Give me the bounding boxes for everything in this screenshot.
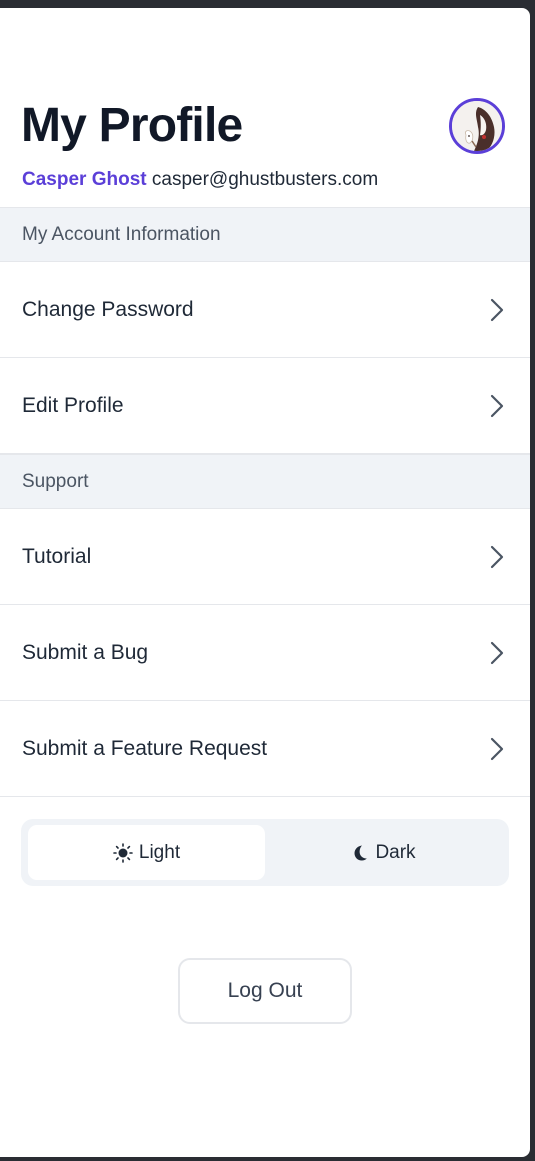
theme-option-dark[interactable]: Dark <box>265 825 502 880</box>
chevron-right-icon <box>490 640 504 666</box>
theme-dark-label: Dark <box>375 841 416 863</box>
user-name: Casper Ghost <box>22 169 147 190</box>
theme-toggle: Light Dark <box>21 819 509 886</box>
menu-item-label: Submit a Feature Request <box>22 736 268 760</box>
chevron-right-icon <box>490 736 504 762</box>
chevron-right-icon <box>490 544 504 570</box>
chevron-right-icon <box>490 297 504 323</box>
logout-button[interactable]: Log Out <box>178 958 352 1024</box>
user-email: casper@ghustbusters.com <box>151 169 379 190</box>
moon-icon <box>351 844 369 862</box>
avatar[interactable] <box>449 98 505 154</box>
user-info: Casper Ghost casper@ghustbusters.com <box>22 168 378 192</box>
menu-item-label: Change Password <box>22 297 194 321</box>
page-title: My Profile <box>21 99 243 152</box>
menu-item-label: Submit a Bug <box>22 640 149 664</box>
sun-icon <box>113 842 133 863</box>
section-header-account: My Account Information <box>0 207 530 262</box>
menu-item-change-password[interactable]: Change Password <box>0 262 530 358</box>
ghost-avatar-icon <box>452 101 502 151</box>
theme-light-label: Light <box>138 841 181 863</box>
profile-panel: My Profile Casper Ghost casper@ghustbust… <box>0 8 530 1157</box>
chevron-right-icon <box>490 393 504 419</box>
menu-item-edit-profile[interactable]: Edit Profile <box>0 358 530 454</box>
profile-header: My Profile Casper Ghost casper@ghustbust… <box>0 8 530 207</box>
menu-item-label: Tutorial <box>22 544 92 568</box>
menu-item-tutorial[interactable]: Tutorial <box>0 509 530 605</box>
theme-option-light[interactable]: Light <box>28 825 265 880</box>
menu-item-label: Edit Profile <box>22 393 124 417</box>
menu-item-submit-feature-request[interactable]: Submit a Feature Request <box>0 701 530 797</box>
section-header-support: Support <box>0 454 530 509</box>
menu-item-submit-bug[interactable]: Submit a Bug <box>0 605 530 701</box>
logout-container: Log Out <box>0 958 530 1024</box>
